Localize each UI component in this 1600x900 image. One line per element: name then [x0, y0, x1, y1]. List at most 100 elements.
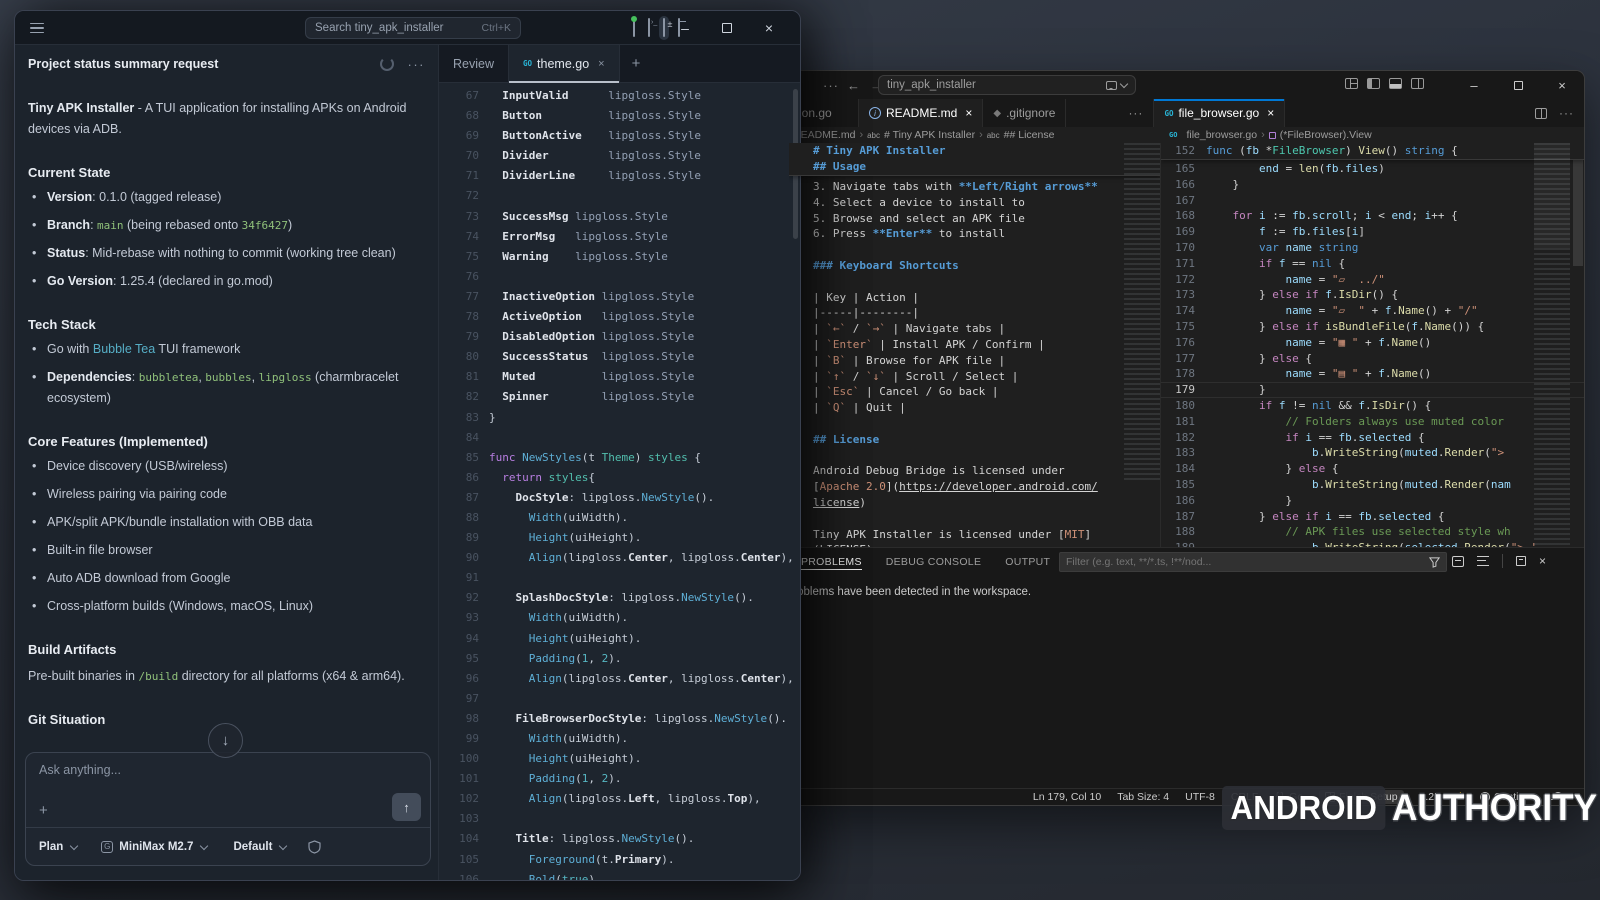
chat-list-item: APK/split APK/bundle installation with O… — [28, 512, 425, 533]
toggle-panel-icon[interactable] — [1389, 78, 1402, 89]
gitignore-diamond-icon: ◆ — [993, 108, 1001, 119]
chat-list-item: Go Version: 1.25.4 (declared in go.mod) — [28, 271, 425, 292]
project-search-label: Search tiny_apk_installer — [315, 22, 482, 34]
thread-menu-icon[interactable]: ··· — [408, 57, 426, 72]
minimap-slider[interactable] — [1534, 143, 1570, 248]
add-context-button[interactable]: + — [39, 802, 48, 819]
chat-list-item: Branch: main (being rebased onto 34f6427… — [28, 215, 425, 236]
project-diagnostics-button[interactable] — [633, 19, 635, 37]
close-button[interactable]: × — [1540, 71, 1584, 99]
mode-selector[interactable]: Plan — [39, 841, 63, 853]
new-tab-button[interactable]: + — [620, 45, 653, 82]
chat-paragraph: Tiny APK Installer - A TUI application f… — [28, 98, 425, 140]
chat-heading: Core Features (Implemented) — [28, 434, 425, 449]
chat-list-item: Device discovery (USB/wireless) — [28, 456, 425, 477]
message-input[interactable] — [39, 763, 417, 777]
chat-icon[interactable] — [1106, 81, 1117, 90]
readme-code: 3. Navigate tabs with **Left/Right arrow… — [789, 179, 1160, 547]
editor-actions-icon[interactable]: ··· — [1559, 106, 1574, 120]
view-as-table-icon[interactable] — [1452, 556, 1464, 567]
zed-tabbar: Review GO theme.go × + — [439, 45, 800, 83]
thread-title: Project status summary request — [28, 57, 380, 71]
panel-tab-problems[interactable]: PROBLEMS — [801, 556, 862, 569]
problems-filter-input[interactable] — [1066, 556, 1429, 568]
chat-heading: Tech Stack — [28, 317, 425, 332]
breadcrumb-left[interactable]: README.md › abc # Tiny APK Installer › a… — [793, 127, 1153, 143]
markdown-info-icon: i — [869, 107, 881, 119]
bottom-panel: PROBLEMS DEBUG CONSOLE OUTPUT TERMINAL P… — [789, 547, 1584, 788]
status-encoding[interactable]: UTF-8 — [1185, 791, 1215, 803]
minimize-button[interactable]: – — [664, 11, 706, 45]
app-menu-icon[interactable] — [30, 22, 44, 29]
chat-list-item: Cross-platform builds (Windows, macOS, L… — [28, 596, 425, 617]
chevron-down-icon[interactable] — [279, 841, 287, 849]
model-selector[interactable]: MiniMax M2.7 — [119, 841, 193, 853]
tab-close-icon[interactable]: × — [965, 106, 972, 120]
close-button[interactable]: × — [748, 11, 790, 45]
toggle-secondary-sidebar-icon[interactable] — [1411, 78, 1424, 89]
menu-overflow-icon[interactable]: ··· — [823, 78, 839, 93]
maximize-panel-icon[interactable] — [1516, 556, 1526, 566]
breadcrumb-right[interactable]: GO file_browser.go › (*FileBrowser).View — [1169, 127, 1372, 143]
shield-icon[interactable] — [308, 840, 321, 854]
terminal-panel-button[interactable] — [648, 19, 650, 37]
tab-theme-go[interactable]: GO theme.go × — [508, 45, 620, 82]
tab-close-icon[interactable]: × — [1267, 106, 1274, 120]
profile-selector[interactable]: Default — [233, 841, 272, 853]
chat-heading: Current State — [28, 165, 425, 180]
tab-gitignore[interactable]: ◆ .gitignore — [983, 99, 1066, 127]
breadcrumb-separator: › — [979, 129, 983, 141]
thread-scroll-area[interactable]: Tiny APK Installer - A TUI application f… — [15, 83, 438, 762]
chat-list-item: Version: 0.1.0 (tagged release) — [28, 187, 425, 208]
vscode-titlebar: ··· ← → tiny_apk_installer – × — [789, 71, 1584, 99]
tab-readme[interactable]: i README.md × — [859, 99, 983, 127]
sticky-scroll: # Tiny APK Installer## Usage — [789, 143, 1160, 176]
command-center[interactable]: tiny_apk_installer — [878, 75, 1136, 95]
minimap[interactable] — [1124, 143, 1160, 483]
chevron-down-icon[interactable] — [1120, 79, 1128, 87]
toggle-sidebar-icon[interactable] — [1367, 78, 1380, 89]
minimize-button[interactable]: – — [1452, 71, 1496, 99]
minimap[interactable] — [1534, 143, 1570, 547]
tab-file-browser[interactable]: GO file_browser.go × — [1153, 99, 1285, 127]
screenshot-stage: ··· ← → tiny_apk_installer – × — [0, 0, 1600, 900]
status-tab-size[interactable]: Tab Size: 4 — [1117, 791, 1169, 803]
chevron-down-icon[interactable] — [200, 841, 208, 849]
android-authority-watermark: ANDROID AUTHORITY — [1222, 786, 1597, 830]
sticky-scroll: 152func (fb *FileBrowser) View() string … — [1161, 143, 1584, 160]
maximize-button[interactable] — [1496, 71, 1540, 99]
tab-overflow-icon[interactable]: ··· — [1118, 99, 1153, 127]
chat-paragraph: Pre-built binaries in /build directory f… — [28, 666, 425, 687]
tab-close-icon[interactable]: × — [598, 58, 604, 70]
panel-tab-output[interactable]: OUTPUT — [1005, 556, 1050, 568]
problems-message: No problems have been detected in the wo… — [788, 586, 1031, 598]
send-button[interactable]: ↑ — [392, 793, 421, 821]
go-file-icon: GO — [1164, 109, 1173, 118]
maximize-button[interactable] — [706, 11, 748, 45]
split-editor-icon[interactable] — [1535, 108, 1547, 119]
editor-readme[interactable]: # Tiny APK Installer## Usage 3. Navigate… — [789, 143, 1161, 547]
collapse-all-icon[interactable] — [1477, 556, 1489, 566]
project-search[interactable]: Search tiny_apk_installer Ctrl+K — [305, 17, 521, 39]
editor-file-browser[interactable]: 152func (fb *FileBrowser) View() string … — [1161, 143, 1584, 547]
chat-list-item: Wireless pairing via pairing code — [28, 484, 425, 505]
zed-editor: Review GO theme.go × + 67 InputValid lip… — [439, 45, 800, 880]
divider — [1502, 554, 1503, 568]
nav-back-icon[interactable]: ← — [847, 78, 860, 93]
status-cursor-position[interactable]: Ln 179, Col 10 — [1033, 791, 1101, 803]
panel-tab-debug-console[interactable]: DEBUG CONSOLE — [886, 556, 982, 568]
theme-go-code[interactable]: 67 InputValid lipgloss.Style68 Button li… — [439, 83, 800, 880]
command-center-label: tiny_apk_installer — [887, 79, 976, 91]
scrollbar[interactable] — [1572, 143, 1584, 547]
symbol-method-icon — [1269, 132, 1276, 139]
tab-review[interactable]: Review — [439, 45, 508, 82]
problems-filter[interactable] — [1059, 552, 1447, 572]
chevron-down-icon[interactable] — [70, 841, 78, 849]
vscode-tabbar: ion.go i README.md × ◆ .gitignore ··· GO… — [789, 99, 1584, 127]
message-composer[interactable]: + ↑ Plan G MiniMax M2.7 Default — [25, 752, 431, 866]
zed-window: Search tiny_apk_installer Ctrl+K – × Pro… — [14, 10, 801, 881]
close-panel-icon[interactable]: × — [1539, 554, 1546, 568]
filter-funnel-icon — [1429, 557, 1440, 568]
customize-layout-icon[interactable] — [1345, 78, 1358, 89]
scroll-to-bottom-button[interactable]: ↓ — [208, 723, 243, 758]
